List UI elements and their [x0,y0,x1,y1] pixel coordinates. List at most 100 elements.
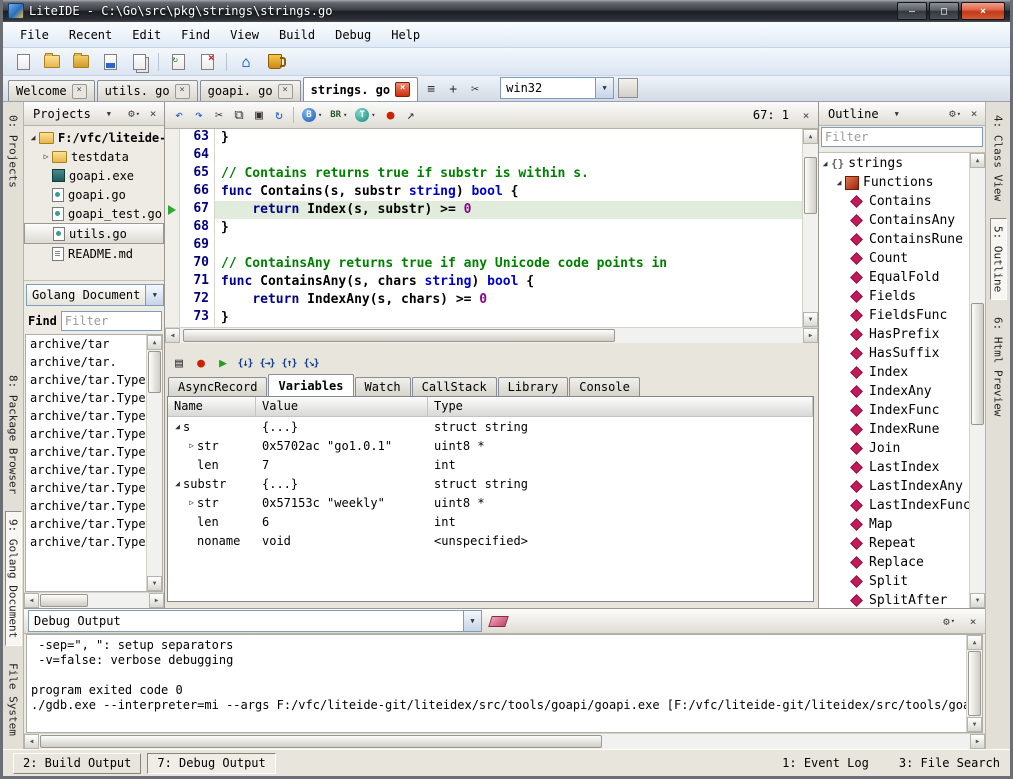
outline-item[interactable]: Fields [819,287,969,306]
close-tab-icon[interactable]: ✂ [464,79,486,99]
outline-vscrollbar[interactable]: ▲ ▼ [969,153,985,608]
build-config-icon[interactable]: ↻ [269,105,289,125]
doc-list-item[interactable]: archive/tar.TypeDir [26,425,146,443]
output-view-combo[interactable]: Debug Output ▼ [28,610,482,632]
stop-debug-icon[interactable]: ● [191,353,211,373]
dock-label[interactable]: 5: Outline [990,218,1007,300]
debug-start-icon[interactable]: ● [381,105,401,125]
doc-list-item[interactable]: archive/tar.TypeRegA [26,497,146,515]
menu-item-build[interactable]: Build [270,25,324,45]
tab-list-icon[interactable]: ≡ [420,79,442,99]
minimize-button[interactable]: – [897,2,927,20]
scroll-right-icon[interactable]: ▶ [970,734,985,749]
outline-item[interactable]: Split [819,572,969,591]
tab-goapi-go[interactable]: goapi. go× [200,80,301,101]
tree-item[interactable]: ▷testdata [24,147,164,166]
doc-list-item[interactable]: archive/tar.TypeChar [26,389,146,407]
br-menu-button[interactable]: BR▾ [326,110,351,120]
outline-item[interactable]: SplitAfter [819,591,969,608]
column-header[interactable]: Value [256,397,428,416]
doc-list-item[interactable]: archive/tar.TypeSymlink [26,515,146,533]
outline-close-icon[interactable]: × [966,105,982,123]
close-button[interactable]: × [961,2,1005,20]
scroll-down-icon[interactable]: ▼ [147,576,162,591]
variable-row[interactable]: len7int [168,455,813,474]
show-current-line-icon[interactable]: ▤ [169,353,189,373]
undo-icon[interactable]: ↶ [169,105,189,125]
status-label[interactable]: 1: Event Log [782,756,869,770]
doc-list-item[interactable]: archive/tar.TypeCont [26,407,146,425]
new-tab-icon[interactable]: + [442,79,464,99]
scroll-left-icon[interactable]: ◀ [24,734,39,749]
output-lines[interactable]: -sep=", ": setup separators -v=false: ve… [27,635,966,732]
step-into-icon[interactable]: {↓} [235,353,255,373]
tree-item[interactable]: goapi.exe [24,166,164,185]
code-area[interactable]: } // Contains returns true if substr is … [215,129,802,327]
scroll-left-icon[interactable]: ◀ [165,328,180,343]
scroll-thumb[interactable] [148,351,161,393]
status-label[interactable]: 3: File Search [899,756,1000,770]
tree-item[interactable]: README.md [24,244,164,263]
debug-tab-callstack[interactable]: CallStack [412,377,497,396]
code-line[interactable]: func ContainsAny(s, chars string) bool { [215,273,802,291]
outline-item[interactable]: Count [819,249,969,268]
column-header[interactable]: Name [168,397,256,416]
gutter-row[interactable] [165,219,179,237]
debug-tab-library[interactable]: Library [498,377,569,396]
status-button[interactable]: 2: Build Output [13,753,141,774]
doc-list-item[interactable]: archive/tar.TypeXGlobalHeader [26,533,146,551]
outline-item[interactable]: Repeat [819,534,969,553]
doc-view-combo[interactable]: Golang Document ▼ [26,284,164,306]
debug-tab-watch[interactable]: Watch [355,377,411,396]
code-line[interactable] [215,237,802,255]
outline-item[interactable]: EqualFold [819,268,969,287]
outline-item[interactable]: Contains [819,192,969,211]
cut-icon[interactable]: ✂ [209,105,229,125]
continue-icon[interactable]: ▶ [213,353,233,373]
home-button[interactable]: ⌂ [234,51,258,73]
scroll-down-icon[interactable]: ▼ [803,312,818,327]
editor-vscrollbar[interactable]: ▲ ▼ [802,129,818,327]
step-over-icon[interactable]: {→} [257,353,277,373]
expander-icon[interactable]: ▷ [40,152,52,161]
menu-item-help[interactable]: Help [382,25,429,45]
gutter-row[interactable] [165,147,179,165]
gutter-row[interactable] [165,201,179,219]
doc-list-item[interactable]: archive/tar.TypeBlock [26,371,146,389]
chevron-down-icon[interactable]: ▼ [595,78,613,98]
output-close-icon[interactable]: × [965,612,981,630]
outline-item[interactable]: ContainsRune [819,230,969,249]
save-file-button[interactable] [98,51,122,73]
outline-filter-input[interactable] [821,127,983,147]
code-line[interactable]: } [215,129,802,147]
target-options-button[interactable] [618,78,638,98]
doc-list-hscrollbar[interactable]: ◀ ▶ [24,592,164,608]
paste-icon[interactable]: ▣ [249,105,269,125]
tree-item[interactable]: ◢F:/vfc/liteide-g [24,128,164,147]
editor-hscrollbar[interactable]: ◀ ▶ [165,327,818,343]
outline-item[interactable]: Index [819,363,969,382]
scroll-up-icon[interactable]: ▲ [967,635,982,650]
scroll-thumb[interactable] [40,735,602,748]
scroll-down-icon[interactable]: ▼ [970,593,985,608]
step-out-icon[interactable]: {↑} [279,353,299,373]
t-menu-button[interactable]: T▾ [351,108,379,122]
column-header[interactable]: Type [428,397,813,416]
variable-row[interactable]: ▷str0x5702ac "go1.0.1"uint8 * [168,436,813,455]
scroll-right-icon[interactable]: ▶ [149,593,164,608]
gutter-row[interactable] [165,273,179,291]
variable-row[interactable]: ◢substr{...}struct string [168,474,813,493]
tree-item[interactable]: goapi_test.go [24,204,164,223]
run-to-line-icon[interactable]: {↘} [301,353,321,373]
tab-close-icon[interactable]: × [278,84,293,99]
outline-item[interactable]: HasPrefix [819,325,969,344]
dock-label[interactable]: File System [6,656,21,743]
tab-welcome[interactable]: Welcome× [8,80,95,101]
variable-row[interactable]: ◢s{...}struct string [168,417,813,436]
save-all-button[interactable] [127,51,151,73]
doc-filter-input[interactable] [61,311,162,331]
code-line[interactable]: return Index(s, substr) >= 0 [215,201,802,219]
menu-item-edit[interactable]: Edit [123,25,170,45]
code-line[interactable]: } [215,309,802,327]
menu-item-debug[interactable]: Debug [326,25,380,45]
